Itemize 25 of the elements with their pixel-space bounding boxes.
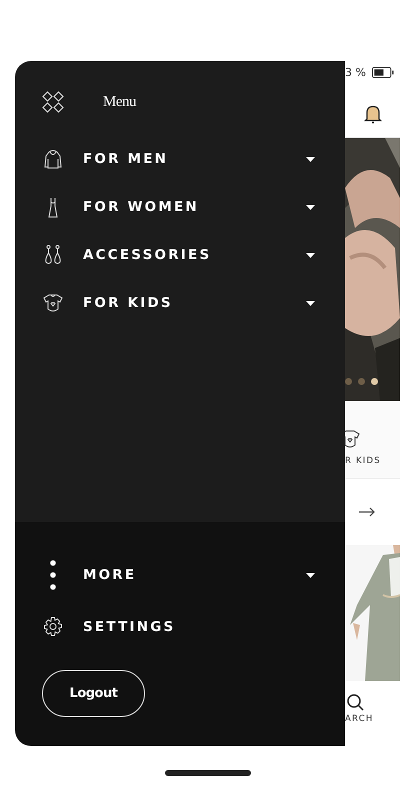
menu-item[interactable]: SETTINGS [83, 619, 315, 635]
baby-bodysuit-icon [42, 292, 64, 314]
battery-icon [372, 66, 394, 78]
bell-icon[interactable] [364, 104, 382, 124]
caret-icon [306, 300, 315, 306]
caret-icon [306, 156, 315, 162]
menu-item[interactable]: FOR MEN [83, 151, 306, 167]
menu-title: Menu [103, 94, 136, 110]
caret-icon [306, 252, 315, 258]
more-icon [50, 560, 56, 590]
menu-item[interactable]: FOR KIDS [83, 295, 306, 311]
settings-icon [42, 616, 64, 638]
menu-item[interactable]: FOR WOMEN [83, 199, 306, 215]
caret-icon [306, 204, 315, 210]
nav-label: ARCH [345, 714, 374, 724]
logout-button[interactable]: Logout [42, 670, 145, 717]
arrow-right-icon[interactable] [359, 507, 375, 517]
hoodie-icon [42, 148, 64, 170]
grid-icon [42, 91, 64, 113]
menu-item[interactable]: MORE [83, 567, 306, 583]
battery-percentage: 3 % [345, 66, 366, 78]
search-icon[interactable] [346, 693, 364, 711]
category-label: R KIDS [345, 456, 381, 466]
caret-icon [306, 572, 315, 578]
menu-item[interactable]: ACCESSORIES [83, 247, 306, 263]
